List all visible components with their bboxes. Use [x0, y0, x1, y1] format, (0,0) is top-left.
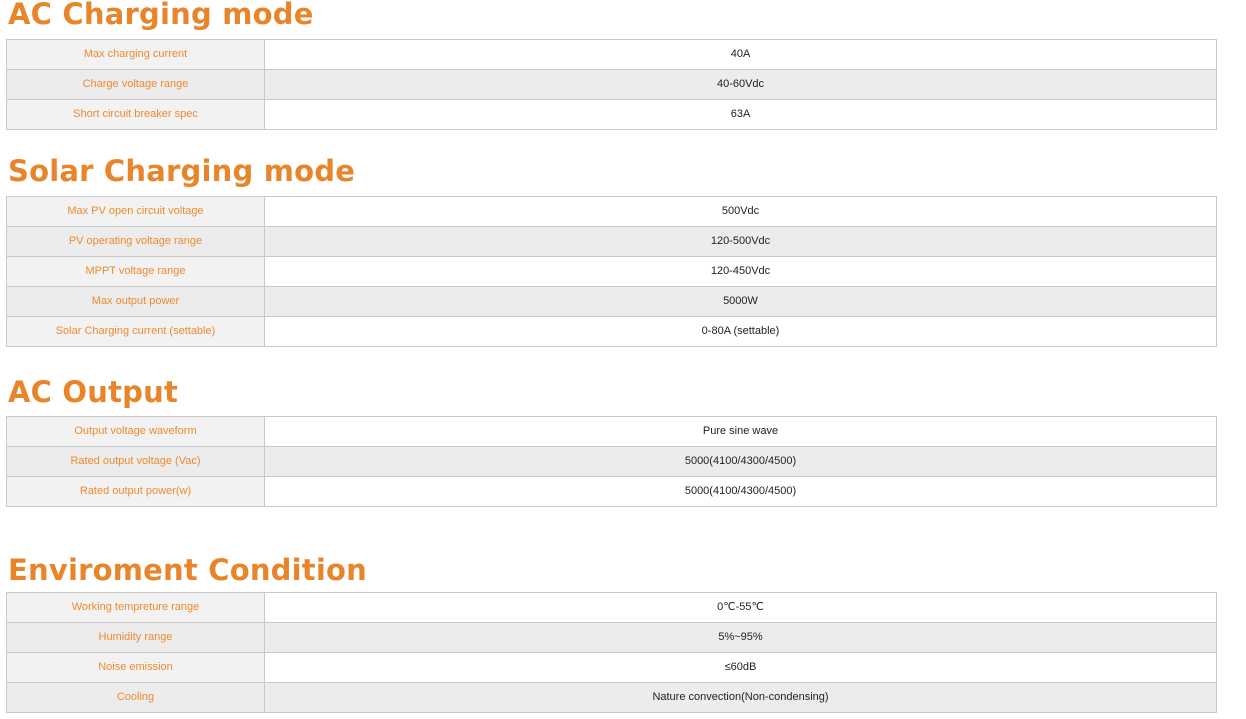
table-row: Solar Charging current (settable) 0-80A …: [6, 316, 1217, 347]
spec-value: 0℃-55℃: [264, 592, 1217, 623]
table-row: Rated output power(w) 5000(4100/4300/450…: [6, 476, 1217, 507]
spec-value: 5000(4100/4300/4500): [264, 446, 1217, 477]
spec-value: 40-60Vdc: [264, 69, 1217, 100]
spec-label: Charge voltage range: [6, 69, 265, 100]
solar-charging-spec-table: Max PV open circuit voltage 500Vdc PV op…: [6, 196, 1217, 347]
table-row: Humidity range 5%~95%: [6, 622, 1217, 653]
spec-label: PV operating voltage range: [6, 226, 265, 257]
spec-label: Working tempreture range: [6, 592, 265, 623]
table-row: Rated output voltage (Vac) 5000(4100/430…: [6, 446, 1217, 477]
spec-label: MPPT voltage range: [6, 256, 265, 287]
spec-value: 63A: [264, 99, 1217, 130]
spec-label: Output voltage waveform: [6, 416, 265, 447]
table-row: Max PV open circuit voltage 500Vdc: [6, 196, 1217, 227]
spec-value: 40A: [264, 39, 1217, 70]
spec-label: Rated output power(w): [6, 476, 265, 507]
table-row: MPPT voltage range 120-450Vdc: [6, 256, 1217, 287]
spec-label: Solar Charging current (settable): [6, 316, 265, 347]
spec-label: Max PV open circuit voltage: [6, 196, 265, 227]
spec-label: Humidity range: [6, 622, 265, 653]
table-row: Output voltage waveform Pure sine wave: [6, 416, 1217, 447]
spec-value: 5%~95%: [264, 622, 1217, 653]
section-title: Enviroment Condition: [8, 553, 367, 587]
table-row: Max output power 5000W: [6, 286, 1217, 317]
spec-value: 0-80A (settable): [264, 316, 1217, 347]
spec-label: Noise emission: [6, 652, 265, 683]
ac-charging-spec-table: Max charging current 40A Charge voltage …: [6, 39, 1217, 130]
spec-value: 120-450Vdc: [264, 256, 1217, 287]
section-title: Solar Charging mode: [8, 154, 356, 188]
spec-value: ≤60dB: [264, 652, 1217, 683]
table-row: Noise emission ≤60dB: [6, 652, 1217, 683]
spec-value: 500Vdc: [264, 196, 1217, 227]
table-row: Short circuit breaker spec 63A: [6, 99, 1217, 130]
ac-output-spec-table: Output voltage waveform Pure sine wave R…: [6, 416, 1217, 507]
environment-spec-table: Working tempreture range 0℃-55℃ Humidity…: [6, 592, 1217, 713]
section-title: AC Charging mode: [8, 0, 314, 31]
spec-label: Rated output voltage (Vac): [6, 446, 265, 477]
section-title: AC Output: [8, 375, 179, 409]
table-row: Charge voltage range 40-60Vdc: [6, 69, 1217, 100]
spec-value: Nature convection(Non-condensing): [264, 682, 1217, 713]
spec-value: Pure sine wave: [264, 416, 1217, 447]
spec-label: Max charging current: [6, 39, 265, 70]
spec-value: 5000W: [264, 286, 1217, 317]
table-row: Cooling Nature convection(Non-condensing…: [6, 682, 1217, 713]
spec-label: Cooling: [6, 682, 265, 713]
spec-value: 5000(4100/4300/4500): [264, 476, 1217, 507]
table-row: Max charging current 40A: [6, 39, 1217, 70]
spec-value: 120-500Vdc: [264, 226, 1217, 257]
table-row: Working tempreture range 0℃-55℃: [6, 592, 1217, 623]
spec-label: Short circuit breaker spec: [6, 99, 265, 130]
spec-label: Max output power: [6, 286, 265, 317]
table-row: PV operating voltage range 120-500Vdc: [6, 226, 1217, 257]
